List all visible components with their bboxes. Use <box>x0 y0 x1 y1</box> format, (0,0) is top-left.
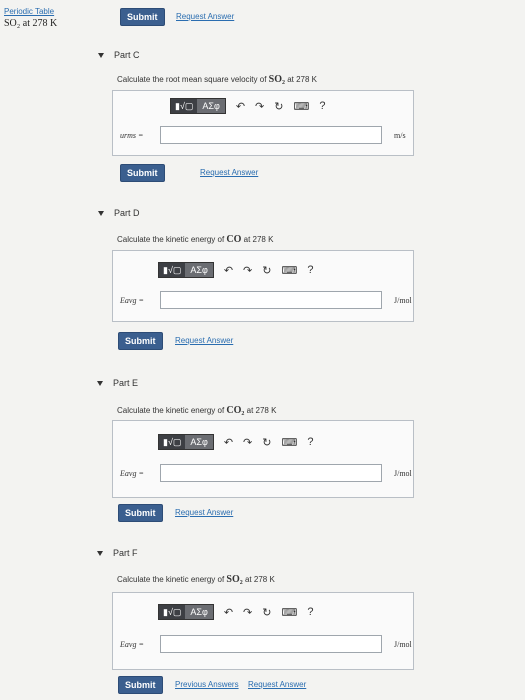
math-palette-group[interactable]: ▮√▢ ΑΣφ <box>170 98 226 114</box>
math-palette-group[interactable]: ▮√▢ ΑΣφ <box>158 434 214 450</box>
unit-label: J/mol <box>394 295 412 305</box>
part-title: Part C <box>114 50 140 60</box>
redo-icon[interactable]: ↷ <box>243 264 252 277</box>
keyboard-icon[interactable]: ⌨ <box>281 436 297 449</box>
variable-label: urms = <box>120 130 144 140</box>
part-title: Part F <box>113 548 138 558</box>
symbols-icon[interactable]: ΑΣφ <box>197 99 225 113</box>
answer-input[interactable] <box>160 464 382 482</box>
periodic-table-link[interactable]: Periodic Table <box>4 6 57 18</box>
unit-label: J/mol <box>394 639 412 649</box>
undo-icon[interactable]: ↶ <box>224 264 233 277</box>
part-c-header[interactable]: Part C <box>98 50 140 60</box>
variable-label: Eavg = <box>120 468 144 478</box>
help-icon[interactable]: ? <box>319 100 325 112</box>
keyboard-icon[interactable]: ⌨ <box>293 100 309 113</box>
part-e-answer-box <box>112 420 414 498</box>
part-d-input-row: Eavg = J/mol <box>120 291 412 309</box>
templates-icon[interactable]: ▮√▢ <box>159 605 186 619</box>
part-e-question: Calculate the kinetic energy of CO₂ at 2… <box>117 405 277 416</box>
part-c-submit-button[interactable]: Submit <box>120 164 165 182</box>
undo-icon[interactable]: ↶ <box>236 100 245 113</box>
redo-icon[interactable]: ↷ <box>243 606 252 619</box>
redo-icon[interactable]: ↷ <box>243 436 252 449</box>
variable-label: Eavg = <box>120 639 144 649</box>
redo-icon[interactable]: ↷ <box>255 100 264 113</box>
context-label: SO₂ at 278 K <box>4 18 58 29</box>
keyboard-icon[interactable]: ⌨ <box>281 606 297 619</box>
part-d-toolbar: ▮√▢ ΑΣφ ↶ ↷ ↻ ⌨ ? <box>158 262 313 278</box>
math-palette-group[interactable]: ▮√▢ ΑΣφ <box>158 604 214 620</box>
part-d-answer-box <box>112 250 414 322</box>
templates-icon[interactable]: ▮√▢ <box>171 99 198 113</box>
part-f-request-answer-link[interactable]: Request Answer <box>248 680 306 689</box>
reset-icon[interactable]: ↻ <box>274 100 283 113</box>
part-c-input-row: urms = m/s <box>120 126 406 144</box>
unit-label: J/mol <box>394 468 412 478</box>
variable-label: Eavg = <box>120 295 144 305</box>
top-request-answer-link[interactable]: Request Answer <box>176 12 234 21</box>
part-title: Part D <box>114 208 140 218</box>
part-e-input-row: Eavg = J/mol <box>120 464 412 482</box>
reset-icon[interactable]: ↻ <box>262 606 271 619</box>
part-c-request-answer-link[interactable]: Request Answer <box>200 168 258 177</box>
chevron-down-icon <box>97 380 103 386</box>
part-d-header[interactable]: Part D <box>98 208 140 218</box>
templates-icon[interactable]: ▮√▢ <box>159 263 186 277</box>
reset-icon[interactable]: ↻ <box>262 436 271 449</box>
part-f-toolbar: ▮√▢ ΑΣφ ↶ ↷ ↻ ⌨ ? <box>158 604 313 620</box>
templates-icon[interactable]: ▮√▢ <box>159 435 186 449</box>
answer-input[interactable] <box>160 635 382 653</box>
part-c-question: Calculate the root mean square velocity … <box>117 74 318 85</box>
part-f-header[interactable]: Part F <box>97 548 138 558</box>
part-e-header[interactable]: Part E <box>97 378 138 388</box>
part-e-request-answer-link[interactable]: Request Answer <box>175 508 233 517</box>
undo-icon[interactable]: ↶ <box>224 436 233 449</box>
symbols-icon[interactable]: ΑΣφ <box>185 605 213 619</box>
part-f-submit-button[interactable]: Submit <box>118 676 163 694</box>
unit-label: m/s <box>394 130 406 140</box>
keyboard-icon[interactable]: ⌨ <box>281 264 297 277</box>
part-c-toolbar: ▮√▢ ΑΣφ ↶ ↷ ↻ ⌨ ? <box>170 98 325 114</box>
part-title: Part E <box>113 378 139 388</box>
symbols-icon[interactable]: ΑΣφ <box>185 263 213 277</box>
top-submit-button[interactable]: Submit <box>120 8 165 26</box>
part-d-request-answer-link[interactable]: Request Answer <box>175 336 233 345</box>
part-d-question: Calculate the kinetic energy of CO at 27… <box>117 234 274 245</box>
part-e-toolbar: ▮√▢ ΑΣφ ↶ ↷ ↻ ⌨ ? <box>158 434 313 450</box>
help-icon[interactable]: ? <box>307 606 313 618</box>
reset-icon[interactable]: ↻ <box>262 264 271 277</box>
chevron-down-icon <box>97 550 103 556</box>
chevron-down-icon <box>98 210 104 216</box>
header-context: Periodic Table SO₂ at 278 K <box>4 6 57 30</box>
part-f-input-row: Eavg = J/mol <box>120 635 412 653</box>
answer-input[interactable] <box>160 291 382 309</box>
help-icon[interactable]: ? <box>307 436 313 448</box>
math-palette-group[interactable]: ▮√▢ ΑΣφ <box>158 262 214 278</box>
part-d-submit-button[interactable]: Submit <box>118 332 163 350</box>
part-e-submit-button[interactable]: Submit <box>118 504 163 522</box>
chevron-down-icon <box>98 52 104 58</box>
answer-input[interactable] <box>160 126 382 144</box>
part-f-previous-answers-link[interactable]: Previous Answers <box>175 680 239 689</box>
part-f-question: Calculate the kinetic energy of SO₂ at 2… <box>117 574 275 585</box>
symbols-icon[interactable]: ΑΣφ <box>185 435 213 449</box>
undo-icon[interactable]: ↶ <box>224 606 233 619</box>
help-icon[interactable]: ? <box>307 264 313 276</box>
